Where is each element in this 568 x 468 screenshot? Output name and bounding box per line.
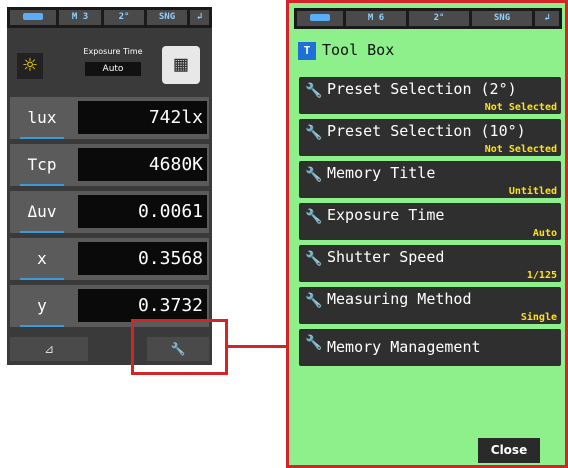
delta-button[interactable]: ⊿ [10, 337, 88, 361]
wrench-icon: 🔧 [305, 293, 323, 309]
toolbox-screen: M 6 2° SNG ↲ T Tool Box 🔧 Preset Selecti… [286, 0, 568, 468]
row-value: 0.3732 [78, 289, 207, 322]
mode-indicator: SNG [472, 11, 532, 26]
menu-item-exposure-time[interactable]: 🔧 Exposure Time Auto [299, 203, 561, 240]
measurement-row-tcp[interactable]: Tcp 4680K [10, 144, 209, 186]
menu-label: Exposure Time [327, 206, 445, 224]
battery-icon [10, 10, 56, 25]
plug-icon: ↲ [535, 11, 559, 26]
menu-label: Memory Management [327, 338, 481, 356]
wrench-icon: 🔧 [305, 167, 323, 183]
memory-indicator: M 3 [59, 10, 101, 25]
row-value: 742lx [78, 101, 207, 134]
angle-indicator: 2° [409, 11, 469, 26]
menu-label: Measuring Method [327, 290, 472, 308]
angle-indicator: 2° [104, 10, 144, 25]
menu-label: Preset Selection (10°) [327, 122, 526, 140]
row-value: 0.3568 [78, 242, 207, 275]
light-source-sun-icon[interactable]: ☼ [17, 53, 43, 79]
exposure-title: Exposure Time [83, 47, 143, 56]
menu-item-memory-management[interactable]: 🔧 Memory Management [299, 329, 561, 366]
menu-label: Shutter Speed [327, 248, 445, 266]
exposure-value: Auto [85, 62, 141, 76]
menu-item-preset-2[interactable]: 🔧 Preset Selection (2°) Not Selected [299, 77, 561, 114]
menu-item-measuring-method[interactable]: 🔧 Measuring Method Single [299, 287, 561, 324]
row-label: Δuv [27, 202, 57, 221]
row-label: lux [27, 108, 57, 127]
page-title: Tool Box [322, 41, 395, 59]
close-button[interactable]: Close [478, 438, 540, 463]
wrench-icon: 🔧 [305, 83, 323, 99]
delta-icon: ⊿ [43, 342, 55, 356]
plug-icon: ↲ [190, 10, 209, 25]
menu-item-shutter-speed[interactable]: 🔧 Shutter Speed 1/125 [299, 245, 561, 282]
meter-screen: M 3 2° SNG ↲ ☼ Exposure Time Auto ▦ lux … [7, 7, 212, 365]
wrench-icon: 🔧 [305, 335, 323, 351]
memory-indicator: M 6 [346, 11, 406, 26]
measurement-row-lux[interactable]: lux 742lx [10, 97, 209, 139]
wrench-icon: 🔧 [305, 251, 323, 267]
wrench-icon: 🔧 [305, 125, 323, 141]
status-bar: M 6 2° SNG ↲ [294, 8, 562, 29]
menu-value: Not Selected [484, 102, 557, 113]
row-label: x [37, 249, 47, 268]
menu-value: Single [520, 312, 557, 323]
menu-value: Untitled [508, 186, 557, 197]
row-underline [20, 278, 64, 280]
menu-label: Preset Selection (2°) [327, 80, 517, 98]
row-value: 4680K [78, 148, 207, 181]
measurement-row-x[interactable]: x 0.3568 [10, 238, 209, 280]
row-underline [20, 325, 64, 327]
calculator-icon[interactable]: ▦ [162, 46, 200, 84]
wrench-icon: 🔧 [305, 209, 323, 225]
connector-line [228, 345, 288, 348]
highlight-box [131, 319, 228, 375]
menu-label: Memory Title [327, 164, 436, 182]
row-label: Tcp [27, 155, 57, 174]
row-value: 0.0061 [78, 195, 207, 228]
mode-indicator: SNG [147, 10, 187, 25]
measurement-row-duv[interactable]: Δuv 0.0061 [10, 191, 209, 233]
row-underline [20, 137, 64, 139]
battery-icon [297, 11, 343, 26]
menu-value: Not Selected [484, 144, 557, 155]
menu-value: Auto [532, 228, 557, 239]
toolbox-icon: T [298, 42, 316, 60]
menu-value: 1/125 [526, 270, 557, 281]
menu-item-preset-10[interactable]: 🔧 Preset Selection (10°) Not Selected [299, 119, 561, 156]
status-bar: M 3 2° SNG ↲ [7, 7, 212, 28]
row-underline [20, 184, 64, 186]
row-label: y [37, 296, 47, 315]
row-underline [20, 231, 64, 233]
menu-item-memory-title[interactable]: 🔧 Memory Title Untitled [299, 161, 561, 198]
